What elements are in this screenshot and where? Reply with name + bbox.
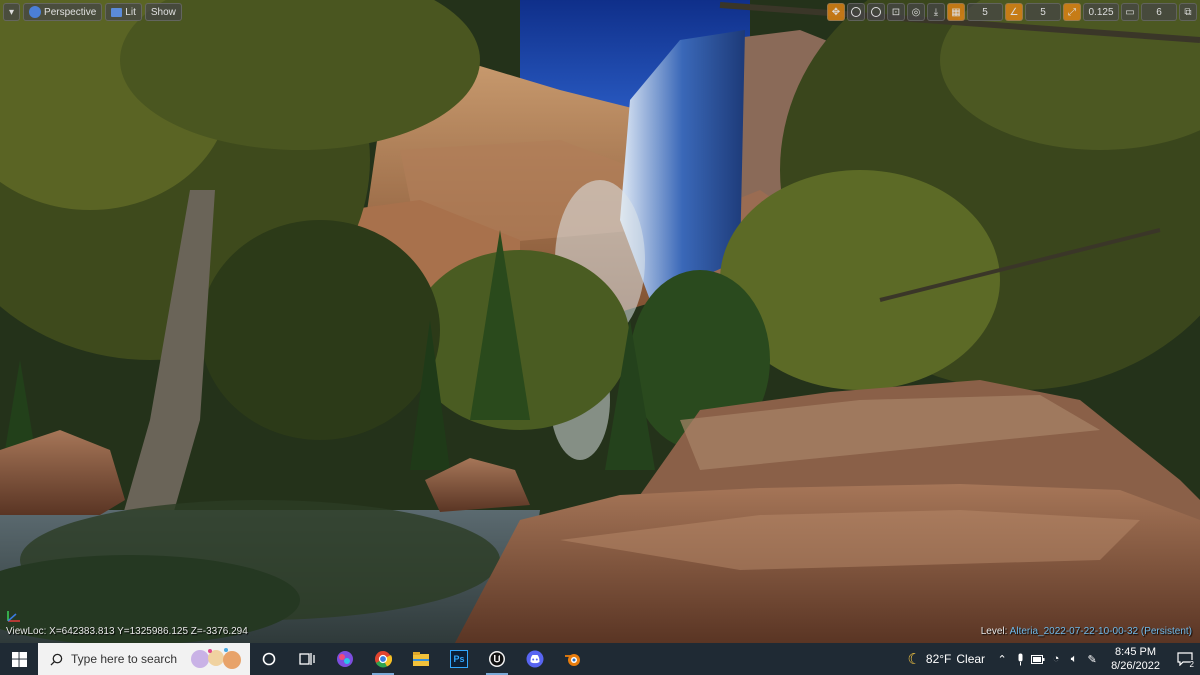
scale-snap-button[interactable]: ⤢: [1063, 3, 1081, 21]
notification-count: 2: [1189, 660, 1194, 669]
level-info: Level: Alteria_2022-07-22-10-00-32 (Pers…: [981, 626, 1192, 637]
microphone-icon: [1018, 653, 1023, 665]
search-placeholder: Type here to search: [71, 652, 178, 666]
viewport-options-button[interactable]: ▾: [3, 3, 21, 21]
lit-button[interactable]: Lit: [105, 3, 142, 21]
show-hidden-icons-button[interactable]: ⌃: [993, 643, 1011, 675]
surface-snap-button[interactable]: ⤓: [927, 3, 945, 21]
level-label: Level:: [980, 626, 1008, 637]
task-view-button[interactable]: [288, 643, 326, 675]
perspective-label: Perspective: [44, 6, 97, 18]
start-button[interactable]: [0, 643, 38, 675]
photoshop-button[interactable]: Ps: [440, 643, 478, 675]
select-mode-button[interactable]: ✥: [827, 3, 845, 21]
chrome-app-button[interactable]: [364, 643, 402, 675]
show-label: Show: [150, 6, 176, 18]
translate-icon: [851, 7, 861, 17]
lit-label: Lit: [125, 6, 136, 18]
cortana-button[interactable]: [250, 643, 288, 675]
axis-gizmo-icon: [7, 611, 20, 622]
viewport-toolbar-left: ▾ Perspective Lit Show: [3, 3, 182, 21]
rotate-button[interactable]: [867, 3, 885, 21]
lit-icon: [111, 7, 123, 17]
angle-icon: ∠: [1009, 6, 1019, 18]
wifi-icon: ◔: [1052, 653, 1060, 665]
camera-speed-button[interactable]: ▭: [1121, 3, 1139, 21]
notification-center-button[interactable]: 2: [1170, 643, 1200, 675]
file-explorer-button[interactable]: [402, 643, 440, 675]
pen-button[interactable]: ✎: [1083, 643, 1101, 675]
scale-snap-icon: ⤢: [1068, 6, 1076, 18]
search-highlight-illustration: [191, 648, 241, 669]
camera-icon: ▭: [1125, 6, 1135, 18]
windows-taskbar: Type here to search Ps ☾ 82°F Clear ⌃ ◔ …: [0, 643, 1200, 675]
scale-snap-value[interactable]: 0.125: [1083, 3, 1119, 21]
clock[interactable]: 8:45 PM 8/26/2022: [1101, 645, 1170, 673]
paint-icon: [337, 651, 353, 667]
viewport-toolbar-right: ✥ ⊡ ◎ ⤓ ▦ 5 ∠ 5 ⤢ 0.125 ▭ 6 ⧉: [827, 3, 1197, 21]
discord-icon: [526, 650, 544, 668]
unreal-engine-icon: [489, 651, 505, 667]
search-icon: [50, 653, 63, 666]
hamburger-icon: ▾: [9, 6, 15, 18]
surface-snap-icon: ⤓: [933, 6, 939, 18]
windows-icon: [11, 651, 27, 667]
rotation-snap-button[interactable]: ∠: [1005, 3, 1023, 21]
grid-icon: ▦: [951, 6, 961, 18]
unreal-engine-button[interactable]: [478, 643, 516, 675]
camera-speed-value[interactable]: 6: [1141, 3, 1177, 21]
clock-date: 8/26/2022: [1111, 660, 1160, 672]
perspective-icon: [29, 6, 42, 18]
weather-widget[interactable]: ☾ 82°F Clear: [899, 650, 993, 668]
chrome-icon: [375, 651, 392, 668]
grid-snap-value[interactable]: 5: [967, 3, 1003, 21]
chevron-up-icon: ⌃: [997, 653, 1007, 666]
weather-condition: Clear: [956, 652, 986, 666]
cursor-icon: ✥: [831, 6, 841, 18]
speaker-icon: 🔈︎: [1070, 652, 1078, 665]
scale-icon: ⊡: [891, 6, 901, 18]
photoshop-label: Ps: [453, 654, 465, 664]
translate-button[interactable]: [847, 3, 865, 21]
maximize-viewport-button[interactable]: ⧉: [1179, 3, 1197, 21]
photoshop-icon: Ps: [450, 650, 468, 668]
network-button[interactable]: ◔: [1047, 643, 1065, 675]
battery-icon: [1031, 654, 1045, 664]
battery-button[interactable]: [1029, 643, 1047, 675]
scene-render: [0, 0, 1200, 643]
maximize-icon: ⧉: [1184, 6, 1192, 18]
blender-icon: [565, 654, 580, 666]
scale-button[interactable]: ⊡: [887, 3, 905, 21]
task-view-icon: [299, 653, 315, 665]
view-location-readout: ViewLoc: X=642383.813 Y=1325986.125 Z=-3…: [6, 626, 248, 637]
discord-button[interactable]: [516, 643, 554, 675]
grid-snap-button[interactable]: ▦: [947, 3, 965, 21]
perspective-button[interactable]: Perspective: [23, 3, 103, 21]
level-name: Alteria_2022-07-22-10-00-32 (Persistent): [1009, 626, 1192, 637]
volume-button[interactable]: 🔈︎: [1065, 643, 1083, 675]
moon-icon: ☾: [907, 651, 921, 668]
system-tray: ☾ 82°F Clear ⌃ ◔ 🔈︎ ✎ 8:45 PM 8/26/2022 …: [899, 643, 1200, 675]
show-button[interactable]: Show: [144, 3, 182, 21]
level-viewport[interactable]: ▾ Perspective Lit Show ✥ ⊡ ◎ ⤓ ▦ 5 ∠ 5 ⤢…: [0, 0, 1200, 643]
rotation-snap-value[interactable]: 5: [1025, 3, 1061, 21]
taskbar-search-box[interactable]: Type here to search: [38, 643, 250, 675]
file-explorer-icon: [413, 652, 429, 666]
blender-button[interactable]: [554, 643, 592, 675]
cortana-icon: [262, 652, 276, 666]
microphone-button[interactable]: [1011, 643, 1029, 675]
weather-temp: 82°F: [925, 652, 952, 666]
coord-system-button[interactable]: ◎: [907, 3, 925, 21]
clock-time: 8:45 PM: [1115, 646, 1157, 658]
globe-icon: ◎: [911, 6, 921, 18]
pen-icon: ✎: [1087, 653, 1097, 666]
rotate-icon: [871, 7, 881, 17]
paint-app-button[interactable]: [326, 643, 364, 675]
